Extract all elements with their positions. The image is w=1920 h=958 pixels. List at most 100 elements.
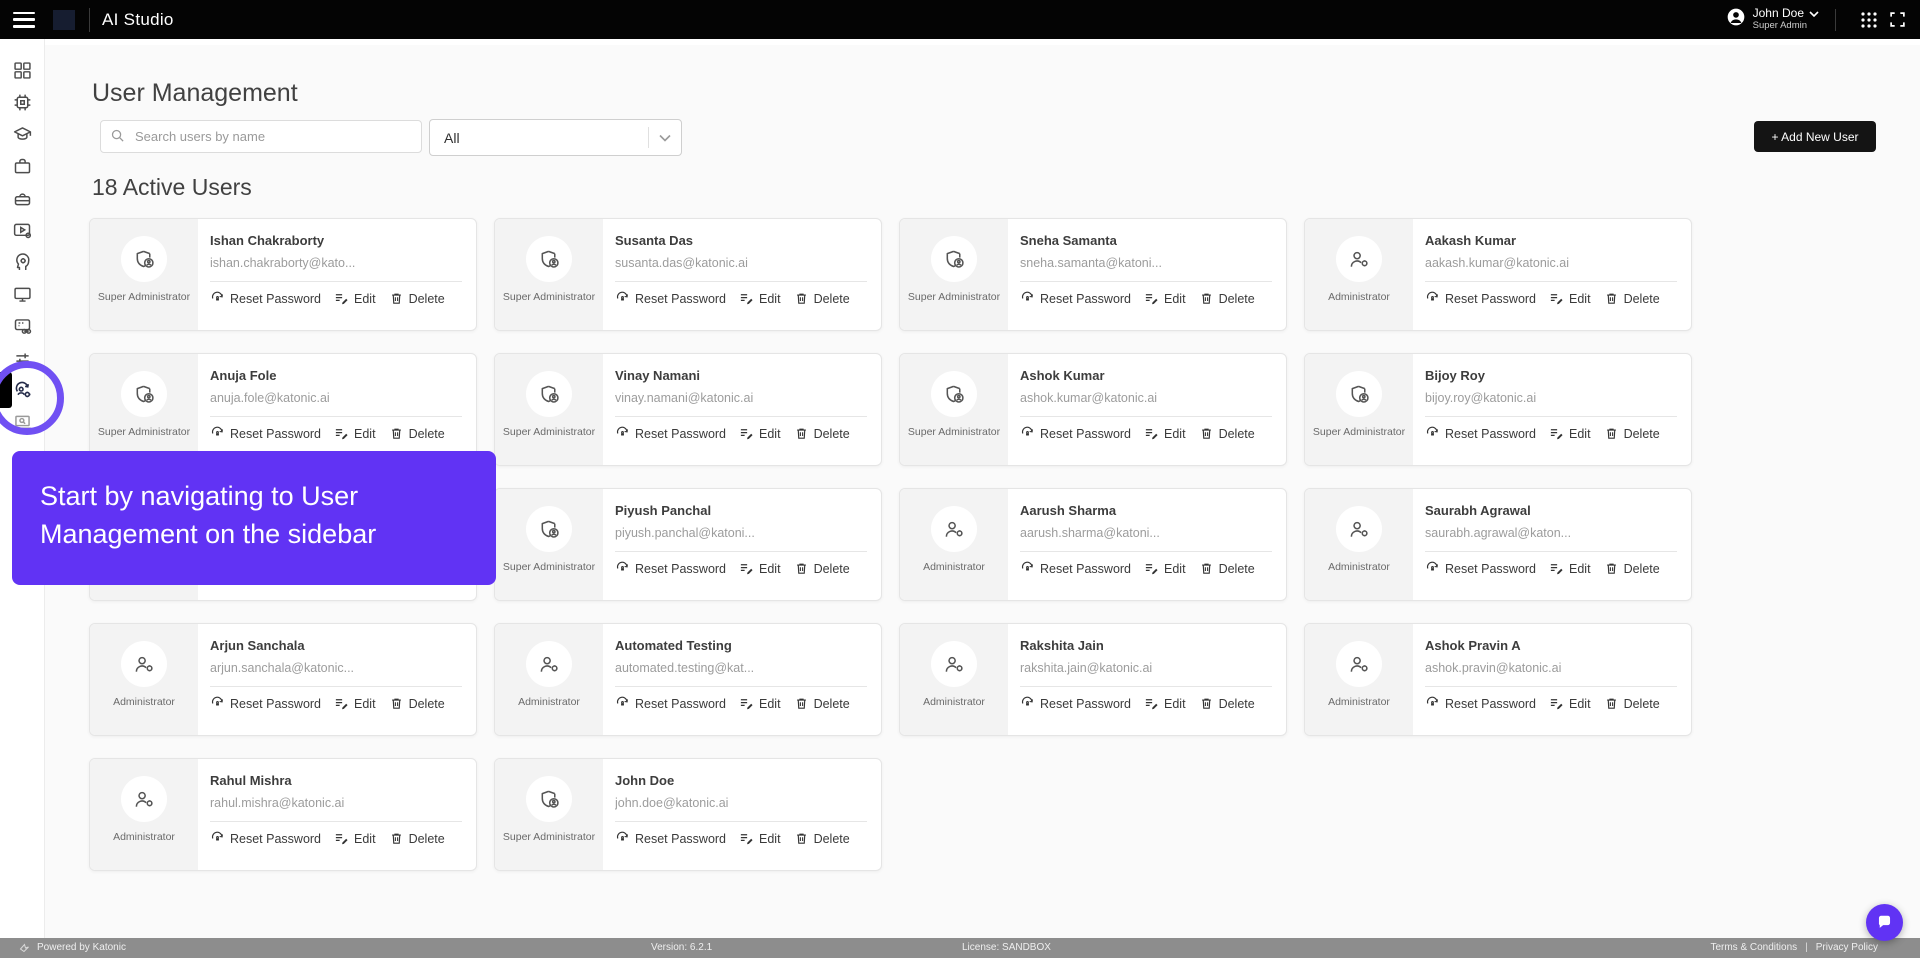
user-menu[interactable]: John Doe Super Admin bbox=[1726, 6, 1819, 32]
admin-icon bbox=[135, 791, 153, 807]
privacy-link[interactable]: Privacy Policy bbox=[1816, 938, 1878, 958]
reset-password-button[interactable]: Reset Password bbox=[1425, 561, 1536, 576]
reset-password-button[interactable]: Reset Password bbox=[615, 291, 726, 306]
edit-button[interactable]: Edit bbox=[1144, 426, 1186, 441]
add-new-user-button[interactable]: + Add New User bbox=[1754, 121, 1876, 152]
delete-button[interactable]: Delete bbox=[794, 831, 850, 846]
reset-password-button[interactable]: Reset Password bbox=[210, 831, 321, 846]
user-email: anuja.fole@katonic.ai bbox=[210, 391, 330, 405]
reset-password-button[interactable]: Reset Password bbox=[1020, 696, 1131, 711]
user-name: Susanta Das bbox=[615, 233, 694, 248]
reset-password-button[interactable]: Reset Password bbox=[1425, 696, 1536, 711]
delete-label: Delete bbox=[813, 696, 850, 711]
role-label: Administrator bbox=[1328, 291, 1390, 303]
reset-password-button[interactable]: Reset Password bbox=[615, 426, 726, 441]
reset-password-button[interactable]: Reset Password bbox=[615, 561, 726, 576]
edit-button[interactable]: Edit bbox=[334, 696, 376, 711]
sidebar-item-dashboard[interactable] bbox=[0, 58, 45, 82]
user-email: piyush.panchal@katoni... bbox=[615, 526, 755, 540]
delete-button[interactable]: Delete bbox=[1604, 561, 1660, 576]
delete-label: Delete bbox=[1218, 561, 1255, 576]
card-link-icon bbox=[14, 318, 31, 334]
delete-button[interactable]: Delete bbox=[1199, 426, 1255, 441]
sidebar-item-user-management[interactable] bbox=[0, 372, 45, 408]
divider bbox=[615, 821, 867, 822]
delete-button[interactable]: Delete bbox=[389, 291, 445, 306]
menu-icon[interactable] bbox=[13, 11, 35, 28]
delete-button[interactable]: Delete bbox=[1604, 291, 1660, 306]
sidebar-item-api-connect[interactable] bbox=[0, 314, 45, 338]
delete-button[interactable]: Delete bbox=[389, 426, 445, 441]
delete-button[interactable]: Delete bbox=[794, 291, 850, 306]
edit-button[interactable]: Edit bbox=[1144, 696, 1186, 711]
apps-grid-icon[interactable] bbox=[1858, 9, 1880, 31]
chevron-down-icon bbox=[659, 134, 671, 142]
sidebar-item-projects[interactable] bbox=[0, 154, 45, 178]
edit-button[interactable]: Edit bbox=[1549, 561, 1591, 576]
edit-button[interactable]: Edit bbox=[739, 291, 781, 306]
reset-password-button[interactable]: Reset Password bbox=[1020, 561, 1131, 576]
sidebar-item-toolbox[interactable] bbox=[0, 186, 45, 210]
briefcase-icon bbox=[14, 158, 30, 173]
edit-button[interactable]: Edit bbox=[739, 561, 781, 576]
reset-password-label: Reset Password bbox=[1445, 561, 1537, 576]
terms-link[interactable]: Terms & Conditions bbox=[1710, 938, 1797, 958]
delete-button[interactable]: Delete bbox=[1199, 561, 1255, 576]
role-panel: Super Administrator bbox=[1305, 354, 1413, 465]
delete-button[interactable]: Delete bbox=[1604, 696, 1660, 711]
role-filter-select[interactable]: All bbox=[429, 119, 682, 156]
sidebar-item-learning[interactable] bbox=[0, 122, 45, 146]
edit-button[interactable]: Edit bbox=[1144, 561, 1186, 576]
edit-button[interactable]: Edit bbox=[739, 696, 781, 711]
sidebar-item-audit[interactable] bbox=[0, 410, 45, 434]
edit-button[interactable]: Edit bbox=[334, 426, 376, 441]
divider bbox=[210, 821, 462, 822]
reset-password-button[interactable]: Reset Password bbox=[1425, 291, 1536, 306]
edit-icon bbox=[335, 834, 348, 845]
sidebar-item-deployments[interactable] bbox=[0, 282, 45, 306]
reset-password-button[interactable]: Reset Password bbox=[615, 696, 726, 711]
delete-button[interactable]: Delete bbox=[1199, 696, 1255, 711]
avatar bbox=[121, 236, 167, 282]
reset-password-button[interactable]: Reset Password bbox=[1020, 426, 1131, 441]
edit-button[interactable]: Edit bbox=[1549, 696, 1591, 711]
reset-password-icon bbox=[1426, 291, 1438, 301]
delete-button[interactable]: Delete bbox=[794, 426, 850, 441]
chat-launcher-button[interactable] bbox=[1866, 904, 1903, 941]
edit-button[interactable]: Edit bbox=[739, 831, 781, 846]
delete-icon bbox=[391, 428, 401, 439]
reset-password-button[interactable]: Reset Password bbox=[615, 831, 726, 846]
edit-button[interactable]: Edit bbox=[739, 426, 781, 441]
edit-button[interactable]: Edit bbox=[1549, 426, 1591, 441]
edit-button[interactable]: Edit bbox=[1549, 291, 1591, 306]
delete-button[interactable]: Delete bbox=[794, 696, 850, 711]
super-admin-icon bbox=[946, 250, 964, 268]
user-name: Piyush Panchal bbox=[615, 503, 712, 518]
edit-button[interactable]: Edit bbox=[1144, 291, 1186, 306]
delete-button[interactable]: Delete bbox=[1604, 426, 1660, 441]
role-label: Administrator bbox=[1328, 561, 1390, 573]
reset-password-button[interactable]: Reset Password bbox=[1425, 426, 1536, 441]
delete-button[interactable]: Delete bbox=[389, 696, 445, 711]
sidebar-item-settings-sliders[interactable] bbox=[0, 346, 45, 370]
sidebar-item-media-pipeline[interactable] bbox=[0, 218, 45, 242]
card-actions: Reset Password Edit Delete bbox=[615, 561, 867, 576]
reset-password-button[interactable]: Reset Password bbox=[210, 696, 321, 711]
delete-button[interactable]: Delete bbox=[389, 831, 445, 846]
fullscreen-icon[interactable] bbox=[1886, 9, 1908, 31]
divider bbox=[615, 686, 867, 687]
chat-icon bbox=[1878, 915, 1891, 928]
reset-password-button[interactable]: Reset Password bbox=[210, 426, 321, 441]
sidebar-item-compute[interactable] bbox=[0, 90, 45, 114]
reset-password-button[interactable]: Reset Password bbox=[210, 291, 321, 306]
card-actions: Reset Password Edit Delete bbox=[1425, 561, 1677, 576]
search-input[interactable] bbox=[100, 120, 422, 153]
sidebar-item-ai-models[interactable] bbox=[0, 250, 45, 274]
delete-button[interactable]: Delete bbox=[1199, 291, 1255, 306]
divider bbox=[615, 551, 867, 552]
edit-button[interactable]: Edit bbox=[334, 291, 376, 306]
user-card: Administrator Aarush Sharma aarush.sharm… bbox=[899, 488, 1287, 601]
edit-button[interactable]: Edit bbox=[334, 831, 376, 846]
reset-password-button[interactable]: Reset Password bbox=[1020, 291, 1131, 306]
delete-button[interactable]: Delete bbox=[794, 561, 850, 576]
